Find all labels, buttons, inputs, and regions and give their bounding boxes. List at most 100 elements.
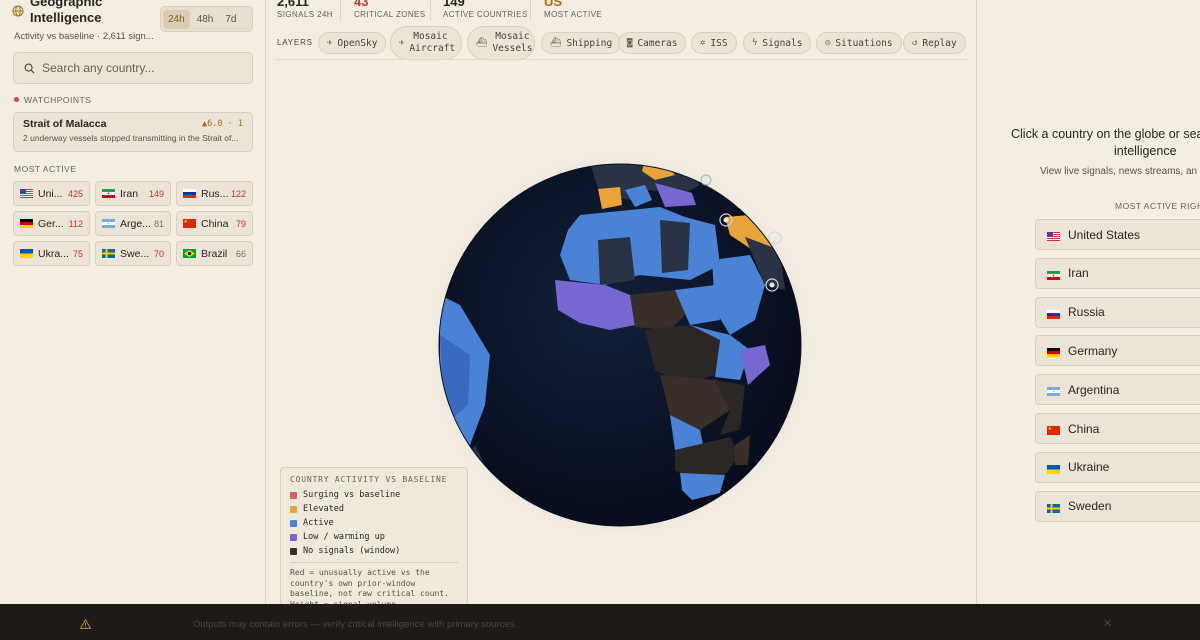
most-active-chip[interactable]: Swe... 70 <box>95 241 171 266</box>
most-active-chip[interactable]: Ukra... 75 <box>13 241 90 266</box>
legend-item: Elevated <box>290 504 458 514</box>
layers-label: LAYERS <box>277 38 313 47</box>
country-region[interactable] <box>660 220 690 273</box>
layer-replay-button[interactable]: ↺ Replay <box>903 32 966 54</box>
plane-icon: ✈ <box>327 38 333 48</box>
layer-mosaic-vessels-button[interactable]: ⛴ Mosaic Vessels <box>467 26 535 60</box>
vessel-icon: ⛴ <box>476 38 488 48</box>
signal-count: 66 <box>235 248 246 259</box>
layer-opensky-button[interactable]: ✈ OpenSky <box>318 32 387 54</box>
app-header: Geographic Intelligence <box>12 0 140 26</box>
flag-icon <box>1047 346 1060 358</box>
legend-title: COUNTRY ACTIVITY VS BASELINE <box>290 475 448 484</box>
legend-swatch <box>290 491 297 499</box>
layer-shipping-button[interactable]: ⛴ Shipping <box>541 32 622 54</box>
legend-swatch <box>290 533 297 541</box>
stat-divider <box>530 0 531 20</box>
range-48h-button[interactable]: 48h <box>192 10 219 29</box>
ship-icon: ⛴ <box>550 38 562 48</box>
watchpoint-meta: ▲6.0 · 1 <box>202 119 243 129</box>
close-icon[interactable]: ✕ <box>1103 617 1112 630</box>
watchpoint-card[interactable]: Strait of Malacca ▲6.0 · 1 2 underway ve… <box>13 112 253 152</box>
flag-icon <box>20 189 33 198</box>
stat-value: 43 <box>354 0 369 9</box>
most-active-grid: Uni... 425 Iran 149 Rus... 122 Ger... 112 Arge..… <box>13 181 253 266</box>
country-name: United States <box>1068 227 1141 242</box>
most-active-chip[interactable]: Rus... 122 <box>176 181 253 206</box>
country-region[interactable] <box>598 187 622 209</box>
sidebar: Geographic Intelligence Activity vs base… <box>0 0 266 604</box>
search-input[interactable] <box>42 61 242 75</box>
flag-icon <box>1047 269 1060 280</box>
country-name: Brazil <box>201 247 228 260</box>
country-list-item[interactable]: Ukraine <box>1035 451 1200 483</box>
stat-label: ACTIVE COUNTRIES <box>443 10 528 19</box>
signal-count: 70 <box>153 248 164 259</box>
legend-swatch <box>290 547 297 555</box>
signal-count: 112 <box>68 218 83 229</box>
legend-item: Surging vs baseline <box>290 490 458 500</box>
most-active-chip[interactable]: Iran 149 <box>95 181 171 206</box>
time-range-selector: 24h 48h 7d <box>160 6 253 32</box>
country-list-item[interactable]: Russia <box>1035 296 1200 328</box>
country-list-item[interactable]: China <box>1035 413 1200 444</box>
legend-item: Active <box>290 518 458 528</box>
country-list-item[interactable]: Sweden <box>1035 490 1200 522</box>
signal-marker-core <box>769 282 775 288</box>
flag-icon <box>102 219 115 228</box>
country-name: Ukraine <box>1068 460 1110 475</box>
country-name: China <box>201 217 229 230</box>
legend-swatch <box>290 519 297 527</box>
range-24h-button[interactable]: 24h <box>163 9 190 29</box>
stat-value: 149 <box>443 0 465 9</box>
watchpoints-label: WATCHPOINTS <box>14 95 91 105</box>
globe-map[interactable] <box>430 145 820 545</box>
stat-label: SIGNALS 24H <box>277 10 333 19</box>
legend-item: Low / warming up <box>290 532 458 542</box>
layer-signals-button[interactable]: ϟ Signals <box>743 32 812 54</box>
flag-icon <box>1047 424 1060 435</box>
flag-icon <box>183 189 196 198</box>
layer-situations-button[interactable]: ◎ Situations <box>816 32 902 54</box>
most-active-chip[interactable]: Brazil 66 <box>176 241 253 266</box>
legend-note: Red = unusually active vs the country's … <box>290 562 458 610</box>
country-name: China <box>1068 421 1100 436</box>
country-list-item[interactable]: Germany <box>1035 335 1200 367</box>
country-name: Ukra... <box>38 247 69 260</box>
flag-icon <box>183 219 196 228</box>
signal-marker[interactable] <box>700 174 712 186</box>
country-name: Russia <box>1068 305 1105 320</box>
disclaimer-text: Outputs may contain errors — verify crit… <box>193 619 518 630</box>
range-7d-button[interactable]: 7d <box>220 10 241 29</box>
target-icon: ◎ <box>825 38 831 48</box>
signal-marker-core <box>723 217 729 223</box>
search-icon <box>24 63 35 73</box>
country-region[interactable] <box>598 237 635 285</box>
signal-count: 425 <box>67 188 83 199</box>
country-list-item[interactable]: Argentina <box>1035 374 1200 406</box>
stat-most-active: US MOST ACTIVE <box>544 0 602 19</box>
history-icon: ↺ <box>912 38 918 48</box>
layer-iss-button[interactable]: ✲ ISS <box>691 32 737 54</box>
flag-icon <box>20 249 33 258</box>
country-name: Swe... <box>120 247 150 260</box>
country-name: Germany <box>1068 343 1118 358</box>
most-active-chip[interactable]: Arge... 81 <box>95 211 171 236</box>
app-title: Geographic Intelligence <box>30 0 103 25</box>
aircraft-icon: ✈ <box>399 38 405 48</box>
stat-value: US <box>544 0 563 9</box>
signal-count: 75 <box>72 248 83 259</box>
layer-cameras-button[interactable]: ◙ Cameras <box>618 32 687 54</box>
activity-legend: COUNTRY ACTIVITY VS BASELINE Surging vs … <box>280 467 468 610</box>
legend-swatch <box>290 505 297 513</box>
stat-label: CRITICAL ZONES <box>354 10 426 19</box>
stat-label: MOST ACTIVE <box>544 10 603 19</box>
most-active-chip[interactable]: China 79 <box>176 211 253 236</box>
most-active-chip[interactable]: Uni... 425 <box>13 181 90 206</box>
layer-mosaic-aircraft-button[interactable]: ✈ Mosaic Aircraft <box>390 26 462 60</box>
flag-icon <box>102 189 115 198</box>
divider <box>276 59 969 60</box>
country-list-item[interactable]: United States <box>1035 219 1200 250</box>
country-list-item[interactable]: Iran <box>1035 257 1200 289</box>
most-active-chip[interactable]: Ger... 112 <box>13 211 90 236</box>
